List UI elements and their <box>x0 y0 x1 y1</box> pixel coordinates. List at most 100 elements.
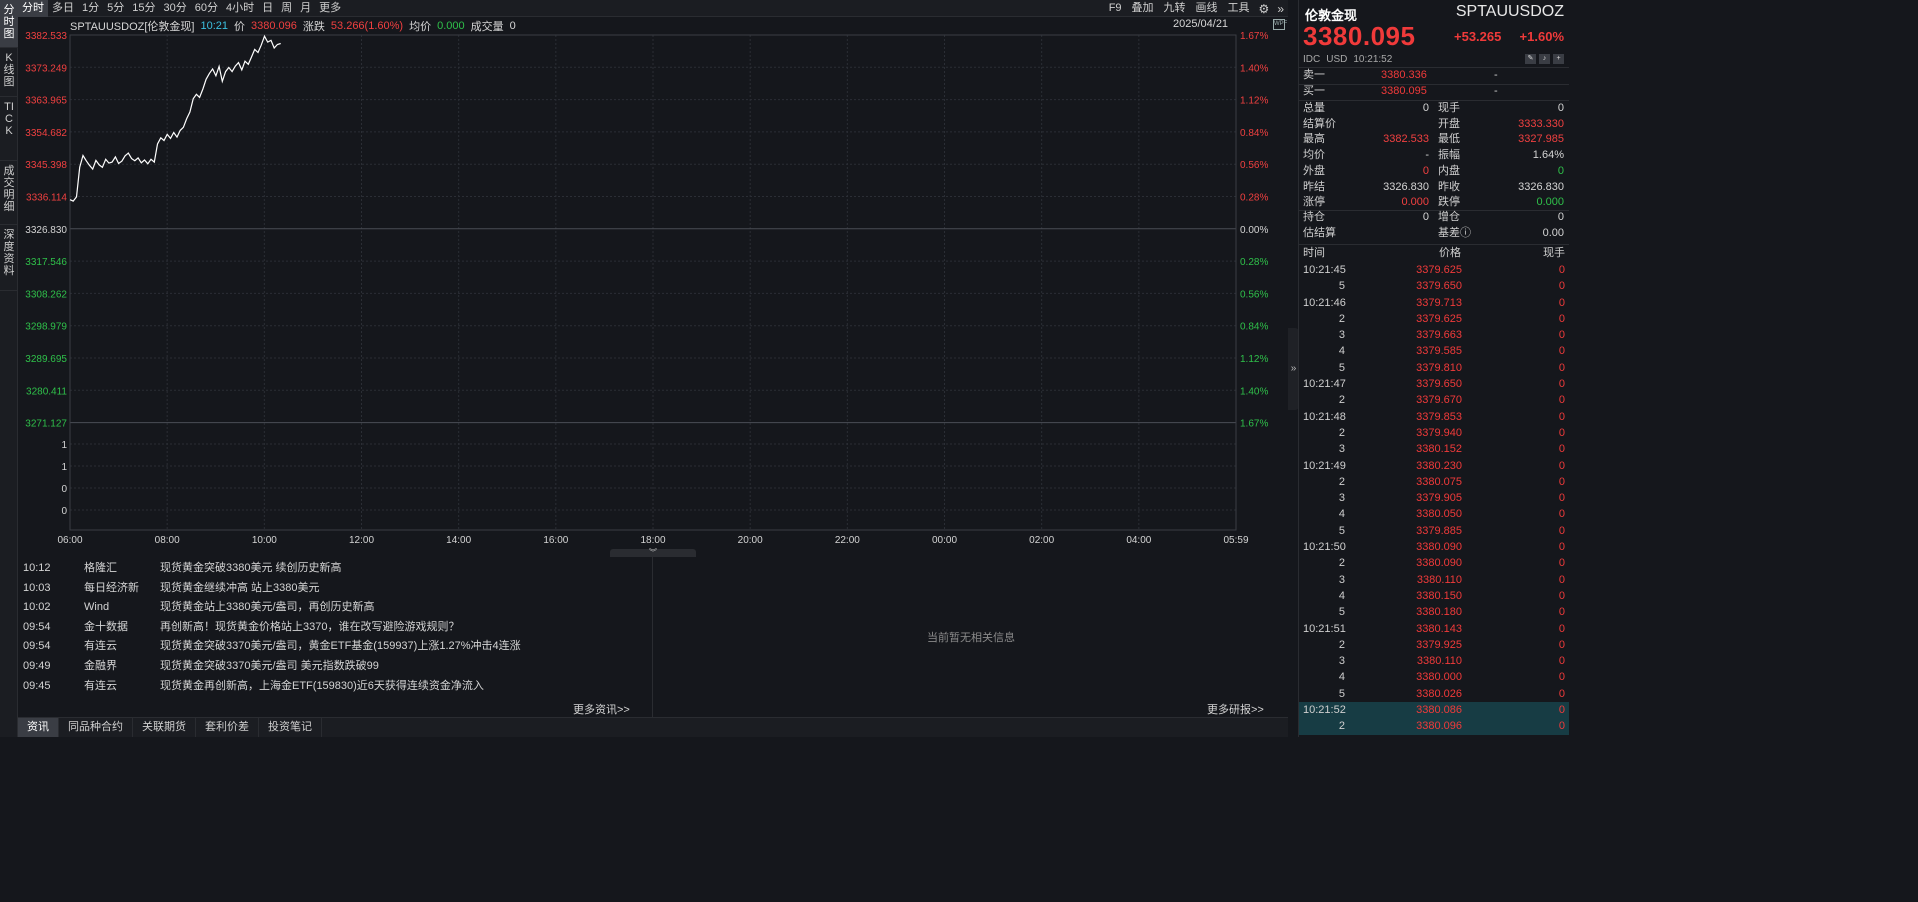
timeframe-2[interactable]: 1分 <box>78 0 103 17</box>
tick-time: 3 <box>1338 443 1345 456</box>
bottom-tab-2[interactable]: 关联期货 <box>133 718 196 737</box>
research-panel: 当前暂无相关信息 更多研报>> <box>654 557 1288 717</box>
bottom-tab-1[interactable]: 同品种合约 <box>59 718 133 737</box>
news-item[interactable]: 10:12 格隆汇 现货黄金突破3380美元 续创历史新高 <box>18 559 652 579</box>
tick-row[interactable]: 5 3379.810 0 <box>1299 360 1569 376</box>
y-tick-label: 3363.965 <box>25 96 67 107</box>
view-tab-3[interactable]: 成交明细 <box>0 161 18 225</box>
timeframe-6[interactable]: 60分 <box>191 0 222 17</box>
stat-value: 3326.830 <box>1383 180 1429 193</box>
stat-row: 持仓 0 增仓 0 <box>1299 210 1569 226</box>
news-title: 再创新高！现货黄金价格站上3370，谁在改写避险游戏规则？ <box>160 620 460 633</box>
news-item[interactable]: 09:49 金融界 现货黄金突破3370美元/盎司 美元指数跌破99 <box>18 657 652 677</box>
tick-row[interactable]: 3 3379.663 0 <box>1299 327 1569 343</box>
stat-label: 内盘 <box>1438 164 1460 177</box>
timeframe-4[interactable]: 15分 <box>128 0 159 17</box>
tick-price: 3379.663 <box>1416 329 1462 342</box>
tick-row[interactable]: 10:21:52 3380.086 0 <box>1299 702 1569 719</box>
tick-volume: 0 <box>1558 638 1565 651</box>
timeframe-9[interactable]: 周 <box>277 0 296 17</box>
bottom-tab-4[interactable]: 投资笔记 <box>259 718 322 737</box>
tick-row[interactable]: 4 3379.585 0 <box>1299 343 1569 359</box>
timeframe-5[interactable]: 30分 <box>160 0 191 17</box>
view-tab-2[interactable]: TICK <box>0 97 18 161</box>
stat-label: 昨结 <box>1303 180 1325 193</box>
y-tick-label: 3280.411 <box>26 386 67 397</box>
edit-icon[interactable]: ✎ <box>1525 54 1536 64</box>
news-item[interactable]: 10:02 Wind 现货黄金站上3380美元/盎司，再创历史新高 <box>18 598 652 618</box>
tick-row[interactable]: 2 3380.096 0 <box>1299 718 1569 735</box>
news-item[interactable]: 09:54 金十数据 再创新高！现货黄金价格站上3370，谁在改写避险游戏规则？ <box>18 618 652 638</box>
tick-row[interactable]: 3 3380.110 0 <box>1299 653 1569 669</box>
tick-row[interactable]: 2 3379.625 0 <box>1299 311 1569 327</box>
tick-row[interactable]: 10:21:47 3379.650 0 <box>1299 376 1569 392</box>
bottom-tab-3[interactable]: 套利价差 <box>196 718 259 737</box>
tick-row[interactable]: 10:21:45 3379.625 0 <box>1299 262 1569 278</box>
tick-row[interactable]: 3 3380.110 0 <box>1299 572 1569 588</box>
tick-row[interactable]: 4 3380.000 0 <box>1299 669 1569 685</box>
view-tab-1[interactable]: K线图 <box>0 48 18 97</box>
y-pct-tick-label: 0.84% <box>1240 322 1268 333</box>
tick-row[interactable]: 10:21:50 3380.090 0 <box>1299 539 1569 555</box>
tool-button-2[interactable]: 九转 <box>1159 0 1191 17</box>
gear-icon[interactable]: ⚙ <box>1255 2 1274 16</box>
timeframe-0[interactable]: 分时 <box>18 0 48 17</box>
timeframe-10[interactable]: 月 <box>296 0 315 17</box>
tick-volume: 0 <box>1558 589 1565 602</box>
stat-row: 结算价 开盘 3333.330 <box>1299 117 1569 133</box>
collapse-panel-icon[interactable]: ︾ <box>610 549 696 557</box>
news-item[interactable]: 10:03 每日经济新 现货黄金继续冲高 站上3380美元 <box>18 579 652 599</box>
tick-row[interactable]: 4 3380.050 0 <box>1299 506 1569 522</box>
tick-time: 5 <box>1338 687 1345 700</box>
tick-row[interactable]: 10:21:46 3379.713 0 <box>1299 295 1569 311</box>
tool-button-3[interactable]: 画线 <box>1191 0 1223 17</box>
news-title: 现货黄金再创新高，上海金ETF(159830)近6天获得连续资金净流入 <box>160 679 484 692</box>
tick-time: 5 <box>1338 606 1345 619</box>
tool-button-1[interactable]: 叠加 <box>1127 0 1159 17</box>
tick-row[interactable]: 5 3379.885 0 <box>1299 523 1569 539</box>
tool-button-0[interactable]: F9 <box>1104 0 1127 17</box>
x-tick-label: 12:00 <box>349 535 374 546</box>
tick-row[interactable]: 2 3380.090 0 <box>1299 555 1569 571</box>
tick-volume: 0 <box>1558 312 1565 325</box>
tick-row[interactable]: 5 3380.026 0 <box>1299 686 1569 702</box>
stat-value: 3382.533 <box>1383 133 1429 146</box>
tick-row[interactable]: 5 3380.180 0 <box>1299 604 1569 620</box>
tick-row[interactable]: 10:21:51 3380.143 0 <box>1299 621 1569 637</box>
more-research-link[interactable]: 更多研报>> <box>1207 701 1264 717</box>
news-item[interactable]: 09:54 有连云 现货黄金突破3370美元/盎司，黄金ETF基金(159937)上… <box>18 637 652 657</box>
tick-time: 2 <box>1338 312 1345 325</box>
ask-row[interactable]: 卖一 3380.336 - <box>1299 68 1569 84</box>
y-tick-label: 3289.695 <box>25 354 67 365</box>
timeframe-7[interactable]: 4小时 <box>222 0 258 17</box>
bottom-tab-0[interactable]: 资讯 <box>18 718 59 737</box>
tick-row[interactable]: 5 3379.650 0 <box>1299 278 1569 294</box>
view-tab-0[interactable]: 分时图 <box>0 0 18 48</box>
tick-row[interactable]: 2 3380.075 0 <box>1299 474 1569 490</box>
view-tab-4[interactable]: 深度资料 <box>0 225 18 291</box>
tick-row[interactable]: 4 3380.150 0 <box>1299 588 1569 604</box>
more-news-link[interactable]: 更多资讯>> <box>573 701 630 717</box>
intraday-chart[interactable]: 3382.533 3373.249 3363.965 3354.682 3345.398… <box>18 18 1288 550</box>
tick-row[interactable]: 2 3379.925 0 <box>1299 637 1569 653</box>
x-tick-label: 18:00 <box>640 535 665 546</box>
tick-row[interactable]: 2 3379.940 0 <box>1299 425 1569 441</box>
tick-row[interactable]: 3 3380.152 0 <box>1299 441 1569 457</box>
tick-row[interactable]: 3 3379.905 0 <box>1299 490 1569 506</box>
tick-price: 3379.625 <box>1416 264 1462 276</box>
tick-price: 3380.086 <box>1416 704 1462 717</box>
tick-row[interactable]: 10:21:48 3379.853 0 <box>1299 409 1569 425</box>
timeframe-1[interactable]: 多日 <box>48 0 78 17</box>
bid-row[interactable]: 买一 3380.095 - <box>1299 84 1569 100</box>
tick-row[interactable]: 10:21:49 3380.230 0 <box>1299 458 1569 474</box>
tick-row[interactable]: 2 3379.670 0 <box>1299 392 1569 408</box>
tick-price: 3379.853 <box>1416 410 1462 423</box>
timeframe-3[interactable]: 5分 <box>103 0 128 17</box>
tool-button-4[interactable]: 工具 <box>1223 0 1255 17</box>
alert-icon[interactable]: ♪ <box>1539 54 1550 64</box>
timeframe-8[interactable]: 日 <box>258 0 277 17</box>
add-icon[interactable]: + <box>1553 54 1564 64</box>
expand-right-icon[interactable]: » <box>1273 2 1288 16</box>
timeframe-11[interactable]: 更多 <box>315 0 345 17</box>
news-item[interactable]: 09:45 有连云 现货黄金再创新高，上海金ETF(159830)近6天获得连续资金… <box>18 677 652 697</box>
